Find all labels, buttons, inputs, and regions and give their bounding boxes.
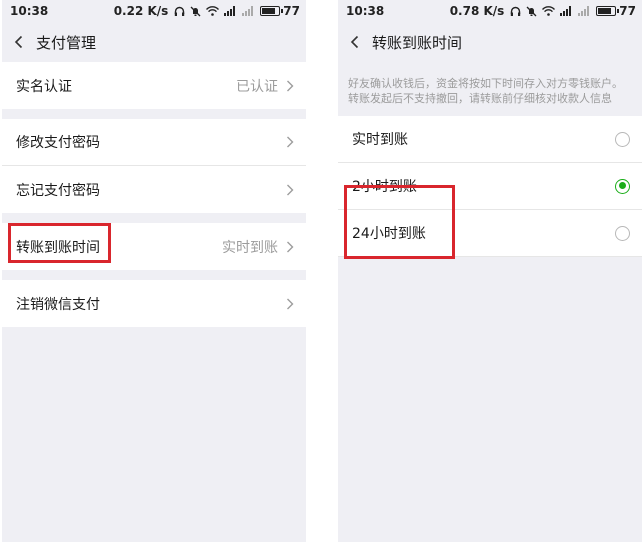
mute-icon bbox=[190, 6, 201, 17]
back-icon[interactable] bbox=[12, 35, 26, 49]
signal-2-icon bbox=[578, 6, 591, 16]
row-label: 修改支付密码 bbox=[16, 135, 100, 151]
transfer-time-hint: 好友确认收钱后，资金将按如下时间存入对方零钱账户。转账发起后不支持撤回，请转账前… bbox=[348, 77, 623, 105]
signal-icon bbox=[224, 6, 237, 16]
row-real-name[interactable]: 实名认证 已认证 bbox=[2, 62, 306, 109]
battery-level: 77 bbox=[619, 4, 636, 18]
row-label: 转账到账时间 bbox=[16, 239, 100, 256]
page-title: 支付管理 bbox=[36, 33, 97, 52]
battery-icon bbox=[596, 6, 620, 16]
signal-2-icon bbox=[242, 6, 255, 16]
group-password: 修改支付密码 忘记支付密码 bbox=[2, 119, 306, 213]
payment-management-screen: 10:38 0.22 K/s 77 支付管理 实名认证 已认证 修改支付密码 忘… bbox=[2, 0, 306, 542]
option-label: 实时到账 bbox=[352, 132, 408, 148]
chevron-right-icon bbox=[286, 136, 294, 148]
network-speed: 0.78 K/s bbox=[449, 4, 505, 18]
back-icon[interactable] bbox=[348, 35, 362, 49]
group-verify: 实名认证 已认证 bbox=[2, 62, 306, 109]
page-title: 转账到账时间 bbox=[372, 33, 463, 52]
row-label: 实名认证 bbox=[16, 78, 72, 95]
row-transfer-time[interactable]: 转账到账时间 实时到账 bbox=[2, 223, 306, 270]
option-label: 24小时到账 bbox=[352, 226, 426, 242]
row-label: 忘记支付密码 bbox=[16, 182, 100, 199]
radio-button[interactable] bbox=[615, 131, 630, 147]
battery-icon bbox=[260, 6, 284, 16]
row-forgot-password[interactable]: 忘记支付密码 bbox=[2, 166, 306, 213]
status-time: 10:38 bbox=[10, 4, 49, 18]
group-cancel: 注销微信支付 bbox=[2, 280, 306, 327]
nav-bar: 支付管理 bbox=[2, 22, 306, 62]
wifi-icon bbox=[206, 6, 220, 16]
mute-icon bbox=[526, 6, 537, 17]
chevron-right-icon bbox=[286, 241, 294, 253]
row-change-password[interactable]: 修改支付密码 bbox=[2, 119, 306, 166]
option-24-hours[interactable]: 24小时到账 bbox=[338, 210, 642, 257]
status-time: 10:38 bbox=[346, 4, 385, 18]
battery-level: 77 bbox=[283, 4, 300, 18]
status-bar: 10:38 0.78 K/s 77 bbox=[338, 0, 642, 22]
headphones-icon bbox=[510, 6, 521, 17]
row-value: 实时到账 bbox=[222, 239, 278, 256]
transfer-time-options: 实时到账 2小时到账 24小时到账 bbox=[338, 116, 642, 257]
option-label: 2小时到账 bbox=[352, 179, 417, 195]
radio-button[interactable] bbox=[615, 225, 630, 241]
chevron-right-icon bbox=[286, 298, 294, 310]
network-speed: 0.22 K/s bbox=[113, 4, 169, 18]
nav-bar: 转账到账时间 bbox=[338, 22, 642, 62]
option-instant[interactable]: 实时到账 bbox=[338, 116, 642, 163]
wifi-icon bbox=[542, 6, 556, 16]
chevron-right-icon bbox=[286, 80, 294, 92]
row-label: 注销微信支付 bbox=[16, 296, 100, 313]
row-value: 已认证 bbox=[236, 78, 278, 95]
group-transfer: 转账到账时间 实时到账 bbox=[2, 223, 306, 270]
option-2-hours[interactable]: 2小时到账 bbox=[338, 163, 642, 210]
chevron-right-icon bbox=[286, 184, 294, 196]
signal-icon bbox=[560, 6, 573, 16]
radio-button[interactable] bbox=[615, 178, 630, 194]
transfer-time-screen: 10:38 0.78 K/s 77 转账到账时间 好友确认收钱后，资金将按如下时… bbox=[338, 0, 642, 542]
row-cancel-wechat-pay[interactable]: 注销微信支付 bbox=[2, 280, 306, 327]
headphones-icon bbox=[174, 6, 185, 17]
status-bar: 10:38 0.22 K/s 77 bbox=[2, 0, 306, 22]
